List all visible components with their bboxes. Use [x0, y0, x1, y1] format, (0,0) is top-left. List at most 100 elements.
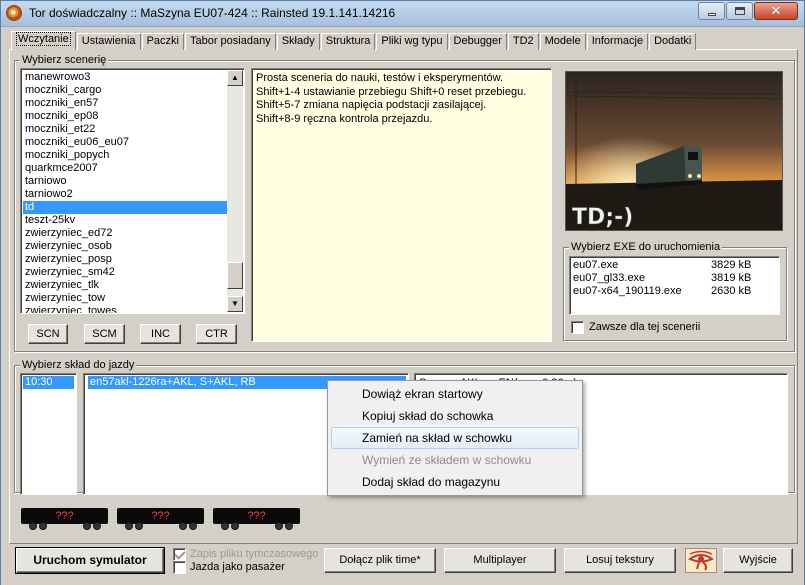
exe-size: 3829 kB — [711, 259, 752, 271]
tab-modele[interactable]: Modele — [539, 33, 586, 50]
eye-of-horus-icon — [688, 550, 714, 571]
tab-pliki-wg-typu[interactable]: Pliki wg typu — [376, 33, 448, 50]
description-line: Prosta sceneria do nauki, testów i ekspe… — [256, 72, 504, 84]
minimize-icon — [708, 13, 716, 16]
wagon-label: ??? — [151, 510, 170, 522]
passenger-checkbox[interactable] — [173, 561, 186, 574]
exe-size: 3819 kB — [711, 272, 752, 284]
exe-size: 2630 kB — [711, 285, 752, 297]
scenery-list[interactable]: manewrowo3 moczniki_cargo moczniki_en57 … — [20, 68, 245, 314]
menu-item-bind-start-screen[interactable]: Dowiąż ekran startowy — [331, 383, 579, 405]
main-window: Tor doświadczalny :: MaSzyna EU07-424 ::… — [0, 0, 805, 585]
scn-button[interactable]: SCN — [28, 324, 68, 344]
scm-button[interactable]: SCM — [84, 324, 125, 344]
description-line: Shift+5-7 zmiana napięcia podstacji zasi… — [256, 99, 487, 111]
scenery-item[interactable]: quarkmce2007 — [23, 162, 227, 175]
consist-group-label: Wybierz skład do jazdy — [20, 359, 137, 371]
exe-name: eu07-x64_190119.exe — [573, 285, 682, 297]
description-line: Shift+1-4 ustawianie przebiegu Shift+0 r… — [256, 85, 527, 98]
menu-item-copy-consist[interactable]: Kopiuj skład do schowka — [331, 405, 579, 427]
time-list[interactable]: 10:30 — [20, 373, 77, 495]
tab-wczytanie[interactable]: Wczytanie — [11, 31, 76, 50]
scenery-item-selected[interactable]: td — [23, 201, 227, 214]
minimize-button[interactable] — [698, 2, 725, 20]
maximize-button[interactable] — [726, 2, 753, 20]
wagon-unknown[interactable]: ??? — [117, 506, 204, 531]
tab-paczki[interactable]: Paczki — [141, 33, 184, 50]
exe-name: eu07.exe — [573, 259, 619, 271]
tab-dodatki[interactable]: Dodatki — [649, 33, 697, 50]
scenery-item[interactable]: moczniki_ep08 — [23, 110, 227, 123]
wagon-label: ??? — [55, 510, 74, 522]
scenery-item[interactable]: zwierzyniec_posp — [23, 253, 227, 266]
window-title: Tor doświadczalny :: MaSzyna EU07-424 ::… — [29, 6, 396, 20]
exe-item[interactable]: eu07_gl33.exe 3819 kB — [570, 272, 779, 285]
tab-td2[interactable]: TD2 — [507, 33, 539, 50]
scenery-item[interactable]: tarniowo — [23, 175, 227, 188]
scenery-item[interactable]: moczniki_popych — [23, 149, 227, 162]
arrow-up-icon: ▲ — [231, 73, 239, 82]
context-menu: Dowiąż ekran startowy Kopiuj skład do sc… — [327, 380, 583, 496]
menu-item-add-to-storage[interactable]: Dodaj skład do magazynu — [331, 471, 579, 493]
close-button[interactable]: ✕ — [754, 2, 798, 20]
scroll-up-button[interactable]: ▲ — [227, 70, 243, 86]
tab-strip: Wczytanie Ustawienia Paczki Tabor posiad… — [11, 31, 697, 50]
scenery-item[interactable]: zwierzyniec_tow — [23, 292, 227, 305]
tab-tabor-posiadany[interactable]: Tabor posiadany — [184, 33, 276, 50]
scenery-scrollbar[interactable]: ▲ ▼ — [227, 70, 243, 312]
wagon-label: ??? — [247, 510, 266, 522]
preview-illustration: TD;-) — [566, 72, 782, 230]
scenery-item[interactable]: zwierzyniec_towes — [23, 305, 227, 313]
scroll-thumb[interactable] — [227, 262, 243, 289]
inc-button[interactable]: INC — [140, 324, 181, 344]
attach-time-button[interactable]: Dołącz plik time* — [324, 548, 436, 573]
scenery-item[interactable]: zwierzyniec_ed72 — [23, 227, 227, 240]
scenery-item[interactable]: moczniki_et22 — [23, 123, 227, 136]
scenery-item[interactable]: zwierzyniec_osob — [23, 240, 227, 253]
wagon-unknown[interactable]: ??? — [213, 506, 300, 531]
exe-item[interactable]: eu07.exe 3829 kB — [570, 259, 779, 272]
exit-button[interactable]: Wyjście — [723, 548, 793, 573]
wagon-unknown[interactable]: ??? — [21, 506, 108, 531]
title-bar[interactable]: Tor doświadczalny :: MaSzyna EU07-424 ::… — [1, 1, 804, 27]
scenery-item[interactable]: moczniki_cargo — [23, 84, 227, 97]
tab-informacje[interactable]: Informacje — [586, 33, 649, 50]
scroll-down-button[interactable]: ▼ — [227, 296, 243, 312]
run-simulator-button[interactable]: Uruchom symulator — [15, 547, 165, 574]
ctr-button[interactable]: CTR — [196, 324, 237, 344]
scenery-item[interactable]: moczniki_eu06_eu07 — [23, 136, 227, 149]
exe-item[interactable]: eu07-x64_190119.exe 2630 kB — [570, 285, 779, 298]
menu-item-swap-with-clipboard[interactable]: Wymień ze składem w schowku — [331, 449, 579, 471]
temp-file-checkbox[interactable] — [173, 548, 186, 561]
scenery-item[interactable]: tarniowo2 — [23, 188, 227, 201]
preview-logo: TD;-) — [572, 205, 633, 230]
exe-list[interactable]: eu07.exe 3829 kB eu07_gl33.exe 3819 kB eu0… — [569, 256, 780, 315]
app-eye-icon — [6, 5, 22, 21]
passenger-label: Jazda jako pasażer — [190, 561, 285, 573]
tab-struktura[interactable]: Struktura — [320, 33, 376, 50]
tab-sklady[interactable]: Składy — [276, 33, 320, 50]
multiplayer-button[interactable]: Multiplayer — [444, 548, 556, 573]
eye-logo-button[interactable] — [685, 548, 717, 573]
scenery-group-label: Wybierz scenerię — [20, 54, 109, 66]
exe-name: eu07_gl33.exe — [573, 272, 646, 284]
menu-item-replace-with-clipboard[interactable]: Zamień na skład w schowku — [331, 427, 579, 449]
tab-debugger[interactable]: Debugger — [448, 33, 507, 50]
exe-group-label: Wybierz EXE do uruchomienia — [569, 241, 723, 253]
arrow-down-icon: ▼ — [231, 299, 239, 308]
scenery-item[interactable]: manewrowo3 — [23, 71, 227, 84]
description-line: Shift+8-9 ręczna kontrola przejazdu. — [256, 112, 433, 125]
scenery-item[interactable]: moczniki_en57 — [23, 97, 227, 110]
random-textures-button[interactable]: Losuj tekstury — [564, 548, 676, 573]
window-bottom-edge — [1, 579, 804, 585]
close-icon: ✕ — [770, 3, 782, 18]
scenery-item[interactable]: zwierzyniec_tlk — [23, 279, 227, 292]
always-checkbox[interactable] — [571, 321, 584, 334]
time-item-selected[interactable]: 10:30 — [23, 376, 74, 389]
scenery-description[interactable]: Prosta sceneria do nauki, testów i ekspe… — [251, 68, 552, 342]
tab-ustawienia[interactable]: Ustawienia — [76, 33, 141, 50]
scenery-item[interactable]: zwierzyniec_sm42 — [23, 266, 227, 279]
scenery-list-items: manewrowo3 moczniki_cargo moczniki_en57 … — [23, 71, 227, 313]
scenery-item[interactable]: teszt-25kv — [23, 214, 227, 227]
temp-file-label: Zapis pliku tymczasowego — [190, 548, 319, 560]
